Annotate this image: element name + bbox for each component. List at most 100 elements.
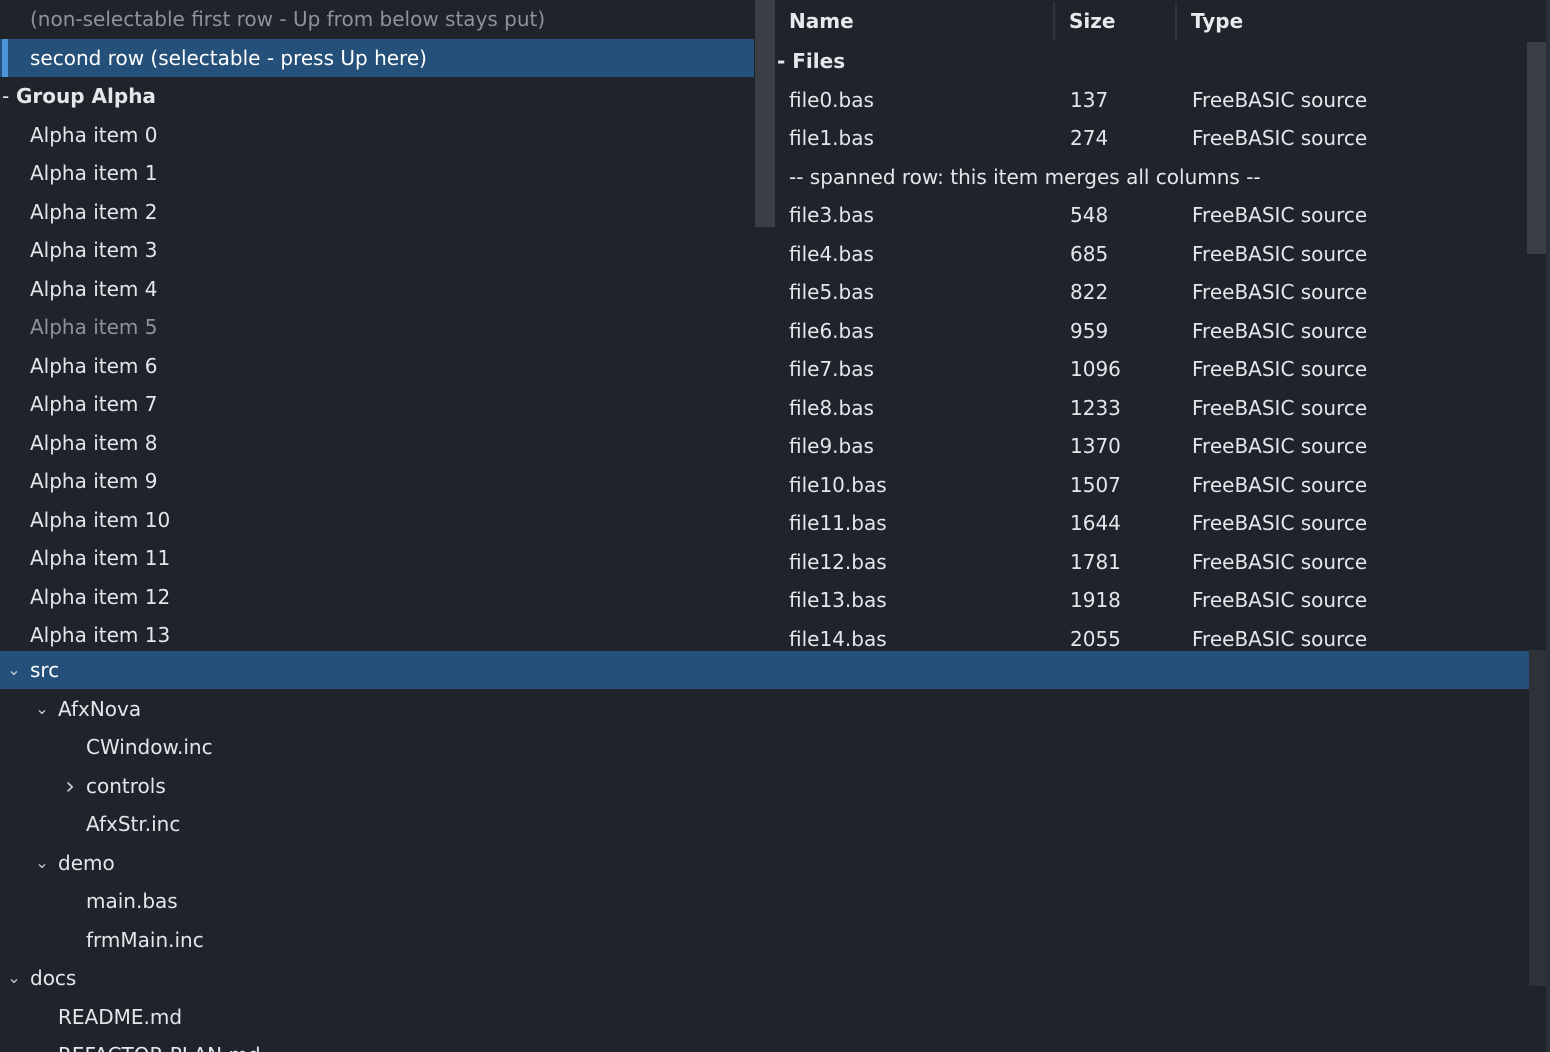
group-header[interactable]: - Files bbox=[775, 42, 1535, 80]
cell-size: 1370 bbox=[1070, 434, 1121, 458]
tree-node[interactable]: REFACTOR-PLAN.md bbox=[0, 1036, 1529, 1052]
list-item-label: second row (selectable - press Up here) bbox=[30, 46, 427, 70]
table-row[interactable]: file6.bas 959 FreeBASIC source bbox=[775, 312, 1535, 350]
tree-node[interactable]: frmMain.inc bbox=[0, 921, 1529, 959]
window-border bbox=[1546, 0, 1550, 1052]
list-item[interactable]: Alpha item 2 bbox=[0, 193, 754, 231]
list-item-label: Alpha item 3 bbox=[30, 238, 158, 262]
cell-name: file14.bas bbox=[789, 627, 887, 650]
list-item[interactable]: Alpha item 9 bbox=[0, 462, 754, 500]
tree-node-label: src bbox=[30, 658, 60, 682]
file-list-view[interactable]: Name Size Type - Files file0.bas 137 FreeBA… bbox=[775, 0, 1550, 650]
table-row[interactable]: file14.bas 2055 FreeBASIC source bbox=[775, 620, 1535, 650]
list-item-label: Group Alpha bbox=[16, 84, 156, 108]
list-item[interactable]: Alpha item 7 bbox=[0, 385, 754, 423]
cell-name: file7.bas bbox=[789, 357, 874, 381]
cell-name: file0.bas bbox=[789, 88, 874, 112]
cell-size: 1233 bbox=[1070, 396, 1121, 420]
left-list-scrollbar[interactable] bbox=[755, 0, 775, 227]
tree-node[interactable]: ⌄ docs bbox=[0, 959, 1529, 997]
list-item[interactable]: Alpha item 12 bbox=[0, 578, 754, 616]
list-item[interactable]: Alpha item 11 bbox=[0, 539, 754, 577]
cell-name: file5.bas bbox=[789, 280, 874, 304]
list-view-header: Name Size Type bbox=[775, 0, 1550, 42]
list-item[interactable]: Alpha item 13 bbox=[0, 616, 754, 650]
tree-node[interactable]: ⌄ src bbox=[0, 651, 1529, 689]
chevron-right-icon[interactable]: › bbox=[60, 767, 80, 805]
table-row[interactable]: file10.bas 1507 FreeBASIC source bbox=[775, 466, 1535, 504]
cell-size: 548 bbox=[1070, 203, 1109, 227]
cell-type: FreeBASIC source bbox=[1192, 126, 1368, 150]
left-list[interactable]: (non-selectable first row - Up from belo… bbox=[0, 0, 757, 650]
cell-type: FreeBASIC source bbox=[1192, 280, 1368, 304]
list-item[interactable]: Alpha item 1 bbox=[0, 154, 754, 192]
tree-node[interactable]: AfxStr.inc bbox=[0, 805, 1529, 843]
list-item[interactable]: Alpha item 3 bbox=[0, 231, 754, 269]
column-header-size[interactable]: Size bbox=[1055, 0, 1177, 42]
collapse-group-icon[interactable]: - bbox=[2, 77, 16, 115]
tree-node[interactable]: ⌄ AfxNova bbox=[0, 690, 1529, 728]
table-row[interactable]: file7.bas 1096 FreeBASIC source bbox=[775, 350, 1535, 388]
cell-name: file8.bas bbox=[789, 396, 874, 420]
list-item[interactable]: Alpha item 8 bbox=[0, 424, 754, 462]
chevron-down-icon[interactable]: ⌄ bbox=[4, 959, 24, 997]
list-item[interactable]: Alpha item 10 bbox=[0, 501, 754, 539]
tree-node[interactable]: main.bas bbox=[0, 882, 1529, 920]
cell-name: file4.bas bbox=[789, 242, 874, 266]
cell-size: 137 bbox=[1070, 88, 1109, 112]
list-item[interactable]: second row (selectable - press Up here) bbox=[0, 39, 754, 77]
list-item-label: Alpha item 9 bbox=[30, 469, 158, 493]
cell-size: 1781 bbox=[1070, 550, 1121, 574]
list-item-label: Alpha item 11 bbox=[30, 546, 171, 570]
tree-node-label: REFACTOR-PLAN.md bbox=[58, 1036, 261, 1052]
cell-type: FreeBASIC source bbox=[1192, 396, 1368, 420]
list-item: (non-selectable first row - Up from belo… bbox=[0, 0, 754, 38]
cell-name: file1.bas bbox=[789, 126, 874, 150]
tree-node-label: docs bbox=[30, 966, 77, 990]
tree-node[interactable]: README.md bbox=[0, 998, 1529, 1036]
group-header[interactable]: - Group Alpha bbox=[0, 77, 754, 115]
table-row[interactable]: file13.bas 1918 FreeBASIC source bbox=[775, 581, 1535, 619]
cell-name: file13.bas bbox=[789, 588, 887, 612]
table-row[interactable]: file3.bas 548 FreeBASIC source bbox=[775, 196, 1535, 234]
chevron-down-icon[interactable]: ⌄ bbox=[4, 651, 24, 689]
table-row[interactable]: file8.bas 1233 FreeBASIC source bbox=[775, 389, 1535, 427]
list-item-label: Alpha item 7 bbox=[30, 392, 158, 416]
file-tree[interactable]: ⌄ src ⌄ AfxNova CWindow.inc › controls AfxStr.i… bbox=[0, 650, 1550, 1052]
chevron-down-icon[interactable]: ⌄ bbox=[32, 690, 52, 728]
list-item-label: Alpha item 8 bbox=[30, 431, 158, 455]
table-row[interactable]: file12.bas 1781 FreeBASIC source bbox=[775, 543, 1535, 581]
list-view-scrollbar[interactable] bbox=[1527, 42, 1547, 254]
spanned-row[interactable]: -- spanned row: this item merges all col… bbox=[775, 158, 1535, 196]
list-item-label: Alpha item 6 bbox=[30, 354, 158, 378]
cell-type: FreeBASIC source bbox=[1192, 511, 1368, 535]
table-row[interactable]: file4.bas 685 FreeBASIC source bbox=[775, 235, 1535, 273]
cell-size: 959 bbox=[1070, 319, 1109, 343]
table-row[interactable]: file5.bas 822 FreeBASIC source bbox=[775, 273, 1535, 311]
cell-size: 2055 bbox=[1070, 627, 1121, 650]
tree-node-label: AfxNova bbox=[58, 697, 142, 721]
column-header-name[interactable]: Name bbox=[775, 0, 1055, 42]
list-item[interactable]: Alpha item 6 bbox=[0, 347, 754, 385]
cell-size: 1644 bbox=[1070, 511, 1121, 535]
tree-node[interactable]: ⌄ demo bbox=[0, 844, 1529, 882]
cell-type: FreeBASIC source bbox=[1192, 473, 1368, 497]
tree-node-label: demo bbox=[58, 851, 115, 875]
tree-node[interactable]: › controls bbox=[0, 767, 1529, 805]
table-row[interactable]: file1.bas 274 FreeBASIC source bbox=[775, 119, 1535, 157]
list-item[interactable]: Alpha item 4 bbox=[0, 270, 754, 308]
collapse-group-icon[interactable]: - bbox=[777, 49, 792, 73]
chevron-down-icon[interactable]: ⌄ bbox=[32, 844, 52, 882]
cell-name: file10.bas bbox=[789, 473, 887, 497]
list-item[interactable]: Alpha item 0 bbox=[0, 116, 754, 154]
table-row[interactable]: file0.bas 137 FreeBASIC source bbox=[775, 81, 1535, 119]
cell-size: 1096 bbox=[1070, 357, 1121, 381]
table-row[interactable]: file9.bas 1370 FreeBASIC source bbox=[775, 427, 1535, 465]
cell-size: 822 bbox=[1070, 280, 1109, 304]
cell-name: file12.bas bbox=[789, 550, 887, 574]
table-row[interactable]: file11.bas 1644 FreeBASIC source bbox=[775, 504, 1535, 542]
tree-node[interactable]: CWindow.inc bbox=[0, 728, 1529, 766]
list-item: Alpha item 5 bbox=[0, 308, 754, 346]
column-header-type[interactable]: Type bbox=[1177, 0, 1537, 42]
cell-type: FreeBASIC source bbox=[1192, 588, 1368, 612]
